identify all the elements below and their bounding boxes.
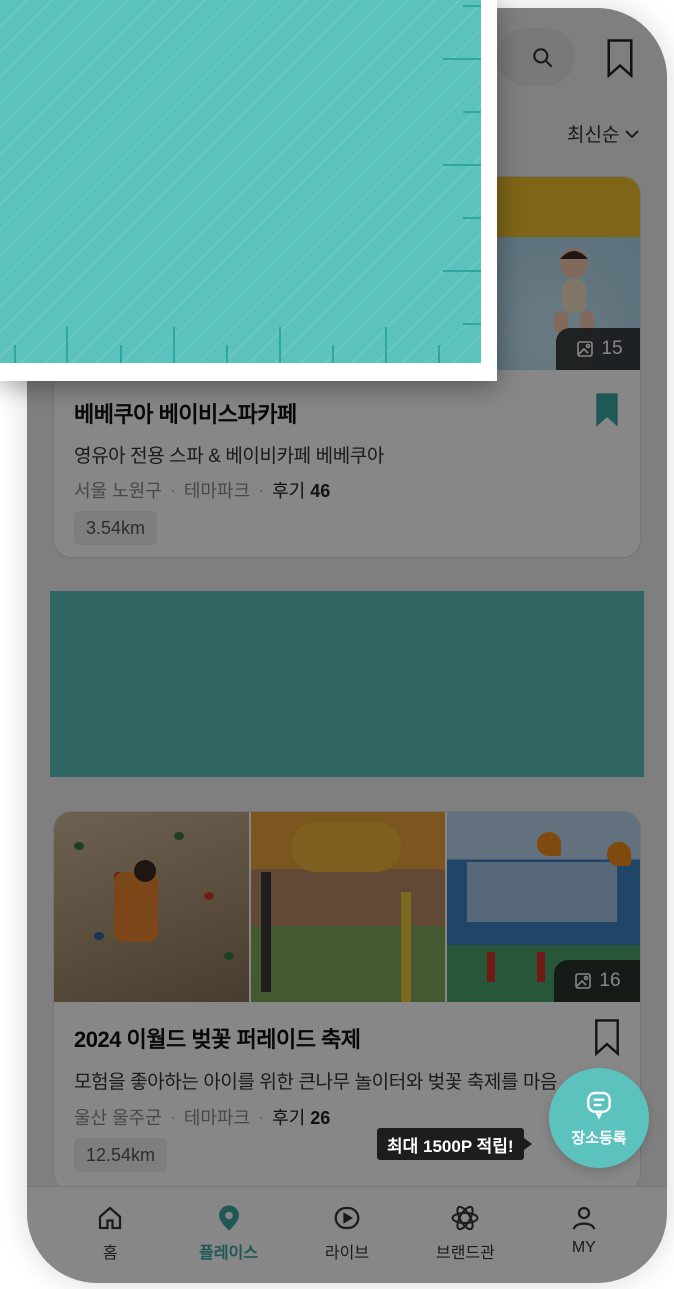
ruler-tick bbox=[120, 345, 122, 363]
popup-content bbox=[0, 0, 481, 363]
bookmark-icon[interactable] bbox=[605, 38, 635, 78]
distance-badge: 3.54km bbox=[74, 511, 158, 545]
ruler-tick bbox=[443, 58, 481, 60]
review-label: 후기 bbox=[272, 481, 306, 501]
ruler-tick bbox=[463, 217, 481, 219]
nav-label: 라이브 bbox=[324, 1245, 370, 1262]
photo-count-badge: 15 bbox=[556, 328, 640, 370]
play-icon bbox=[334, 1206, 360, 1230]
bottom-navigation: 홈 플레이스 라이브 브랜드관 MY bbox=[27, 1186, 667, 1283]
nav-label: 홈 bbox=[102, 1245, 118, 1262]
place-region: 울산 울주군 bbox=[74, 1108, 162, 1128]
sort-label: 최신순 bbox=[567, 125, 620, 146]
review-count: 46 bbox=[310, 481, 331, 501]
nav-my[interactable]: MY bbox=[525, 1187, 643, 1283]
climbing-wall-photo bbox=[54, 812, 249, 1002]
nav-home[interactable]: 홈 bbox=[51, 1187, 169, 1283]
gallery-icon bbox=[575, 973, 592, 989]
baby-photo bbox=[554, 248, 594, 333]
nav-label: MY bbox=[571, 1239, 596, 1256]
ruler-tick bbox=[14, 345, 16, 363]
location-pin-icon bbox=[218, 1205, 239, 1231]
ruler-tick bbox=[443, 164, 481, 166]
nav-label: 플레이스 bbox=[199, 1245, 259, 1262]
fab-label: 장소등록 bbox=[571, 1129, 627, 1147]
ruler-tick bbox=[443, 270, 481, 272]
ruler-tick bbox=[332, 345, 334, 363]
distance-badge: 12.54km bbox=[74, 1138, 168, 1172]
add-place-button[interactable]: 장소등록 bbox=[549, 1068, 649, 1168]
nav-place[interactable]: 플레이스 bbox=[169, 1187, 287, 1283]
review-summary: 후기 26 bbox=[272, 1104, 330, 1130]
bookmark-filled-icon[interactable] bbox=[592, 391, 622, 429]
sort-dropdown[interactable]: 최신순 bbox=[567, 120, 640, 147]
gallery-icon bbox=[577, 341, 594, 357]
person-icon bbox=[572, 1206, 595, 1230]
ruler-tick bbox=[173, 327, 175, 363]
place-region: 서울 노원구 bbox=[74, 481, 162, 501]
review-label: 후기 bbox=[272, 1108, 306, 1128]
separator-dot: · bbox=[169, 479, 176, 500]
ruler-tick bbox=[279, 327, 281, 363]
ruler-tick bbox=[463, 5, 481, 7]
place-title[interactable]: 베베쿠아 베이비스파카페 bbox=[74, 397, 297, 429]
stage: 최신순 15 베베쿠아 베이비스파카페 영유아 전용 스파 & 베이비카페 베베… bbox=[0, 0, 674, 1289]
nav-brand[interactable]: 브랜드관 bbox=[406, 1187, 524, 1283]
atom-icon bbox=[451, 1205, 479, 1231]
place-category: 테마파크 bbox=[183, 481, 251, 501]
place-category: 테마파크 bbox=[183, 1108, 251, 1128]
search-icon bbox=[533, 48, 553, 68]
ruler-tick bbox=[463, 323, 481, 325]
review-count: 26 bbox=[310, 1108, 331, 1128]
ruler-tick bbox=[463, 111, 481, 113]
photo-count: 15 bbox=[601, 338, 623, 359]
separator-dot: · bbox=[169, 1106, 176, 1127]
photo-count-badge: 16 bbox=[554, 960, 640, 1002]
review-summary: 후기 46 bbox=[272, 477, 330, 503]
separator-dot: · bbox=[258, 1106, 265, 1127]
ruler-tick bbox=[226, 345, 228, 363]
place-meta: 울산 울주군 · 테마파크 · 후기 26 bbox=[74, 1104, 330, 1130]
promo-tooltip: 최대 1500P 적립! bbox=[377, 1128, 532, 1160]
ad-banner[interactable] bbox=[50, 591, 644, 777]
overlay-popup[interactable] bbox=[0, 0, 497, 381]
place-meta: 서울 노원구 · 테마파크 · 후기 46 bbox=[74, 477, 330, 503]
bookmark-outline-icon[interactable] bbox=[592, 1018, 622, 1056]
nav-live[interactable]: 라이브 bbox=[288, 1187, 406, 1283]
ruler-tick bbox=[385, 327, 387, 363]
photo-count: 16 bbox=[599, 970, 621, 991]
ruler-tick bbox=[66, 327, 68, 363]
slide-playground-photo bbox=[250, 812, 446, 1002]
separator-dot: · bbox=[258, 479, 265, 500]
chat-bubble-icon bbox=[587, 1091, 611, 1120]
ruler-tick bbox=[438, 345, 440, 363]
place-description: 모험을 좋아하는 아이를 위한 큰나무 놀이터와 벚꽃 축제를 마음 bbox=[74, 1072, 558, 1093]
chevron-down-icon bbox=[625, 129, 640, 138]
place-description: 영유아 전용 스파 & 베이비카페 베베쿠아 bbox=[74, 446, 384, 467]
place-title[interactable]: 2024 이월드 벚꽃 퍼레이드 축제 bbox=[74, 1022, 361, 1054]
place-image-gallery[interactable] bbox=[54, 812, 640, 1002]
nav-label: 브랜드관 bbox=[435, 1245, 495, 1262]
home-icon bbox=[99, 1206, 122, 1230]
